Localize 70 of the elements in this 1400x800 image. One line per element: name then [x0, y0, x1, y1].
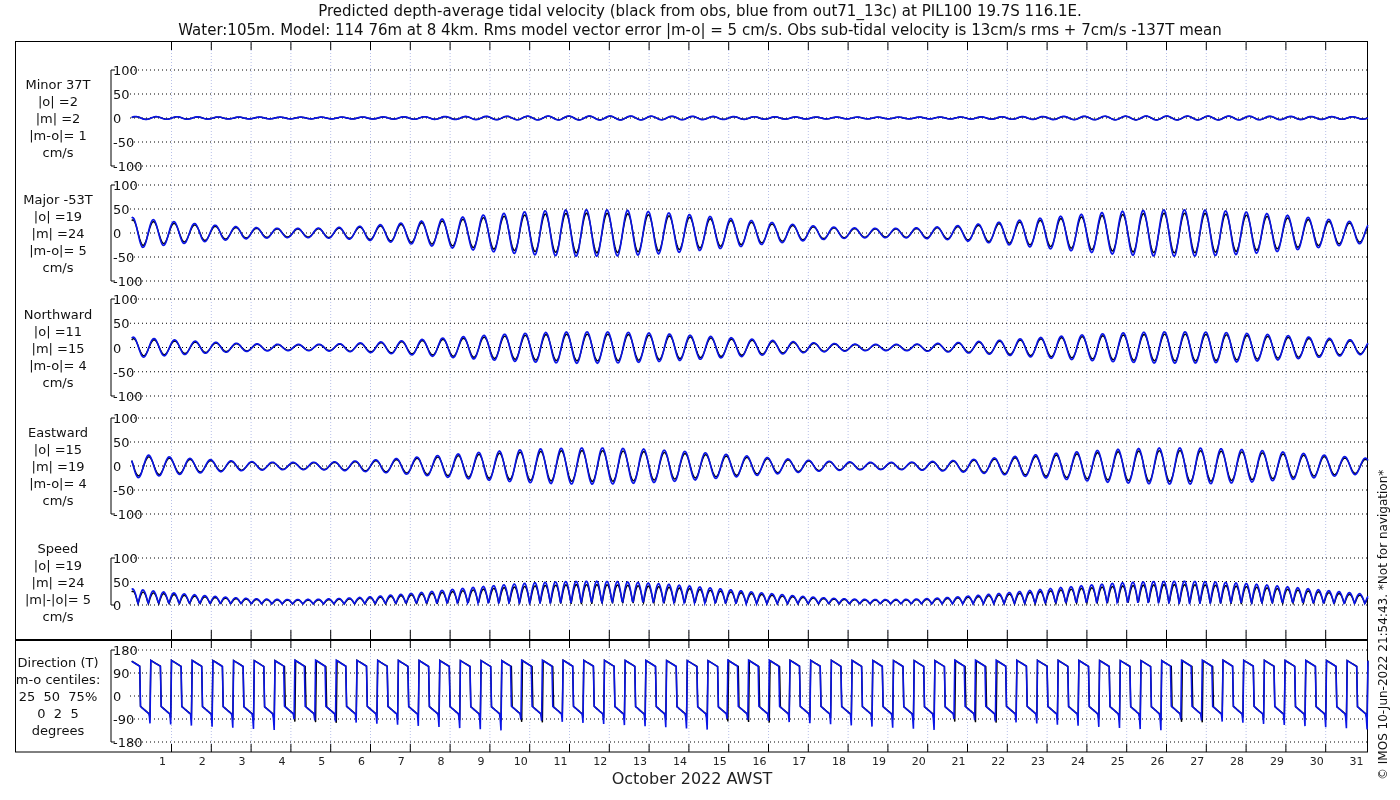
- y-tick-label: -100: [113, 507, 143, 522]
- y-tick-label: 180: [113, 643, 138, 658]
- x-tick-label: 17: [792, 755, 807, 768]
- y-tick-label: 0: [113, 111, 122, 126]
- y-tick-label: -100: [113, 159, 143, 174]
- y-tick-label: -50: [113, 483, 135, 498]
- y-tick-label: 100: [113, 551, 138, 566]
- x-tick-label: 28: [1230, 755, 1245, 768]
- y-tick-label: 90: [113, 666, 130, 681]
- x-tick-label: 11: [553, 755, 568, 768]
- y-tick-label: 50: [113, 435, 130, 450]
- chart-title: Predicted depth-average tidal velocity (black from obs, blue from out71_13c) at PIL100 19.7S 116.1E.: [318, 2, 1082, 20]
- x-tick-label: 19: [871, 755, 886, 768]
- y-tick-label: 50: [113, 316, 130, 332]
- y-tick-label: -100: [113, 389, 143, 404]
- x-tick-label: 8: [437, 755, 445, 768]
- x-tick-label: 15: [712, 755, 727, 768]
- x-tick-label: 24: [1070, 755, 1085, 768]
- x-tick-label: 18: [832, 755, 847, 768]
- x-tick-label: 6: [358, 755, 365, 768]
- x-tick-label: 21: [951, 755, 966, 768]
- x-tick-label: 25: [1110, 755, 1125, 768]
- x-tick-label: 10: [513, 755, 528, 768]
- y-tick-label: 50: [113, 574, 130, 590]
- x-tick-label: 26: [1150, 755, 1165, 768]
- credit-text: © IMOS 10-Jun-2022 21:54:43. *Not for navigation*: [1376, 469, 1390, 780]
- x-tick-label: 1: [159, 755, 166, 768]
- panel-label: Northward |o| =11 |m| =15 |m-o|= 4 cm/s: [23, 306, 93, 390]
- x-tick-label: 5: [318, 755, 326, 768]
- x-tick-label: 13: [633, 755, 648, 768]
- panel-label: Direction (T) m-o centiles: 25 50 75% 0 2 5 degrees: [15, 655, 101, 738]
- panel-label: Speed |o| =19 |m| =24 |m|-|o|= 5 cm/s: [24, 540, 92, 624]
- y-tick-label: 0: [113, 598, 122, 613]
- x-tick-label: 20: [911, 755, 926, 768]
- x-tick-label: 23: [1031, 755, 1046, 768]
- x-tick-label: 7: [397, 755, 405, 768]
- x-tick-label: 27: [1190, 755, 1205, 768]
- x-tick-label: 9: [477, 755, 485, 768]
- x-axis-label: October 2022 AWST: [611, 769, 773, 788]
- y-tick-label: 100: [113, 292, 138, 307]
- y-tick-label: 0: [113, 226, 122, 241]
- y-tick-label: -90: [113, 712, 135, 727]
- y-tick-label: 0: [113, 340, 122, 356]
- x-tick-label: 31: [1349, 755, 1364, 768]
- y-tick-label: 0: [113, 689, 122, 704]
- y-tick-label: 50: [113, 87, 130, 102]
- x-tick-label: 12: [593, 755, 608, 768]
- panel-label: Minor 37T |o| =2 |m| =2 |m-o|= 1 cm/s: [25, 77, 91, 160]
- y-tick-label: 100: [113, 411, 138, 426]
- y-tick-label: 100: [113, 178, 138, 193]
- panel-label: Major -53T |o| =19 |m| =24 |m-o|= 5 cm/s: [23, 192, 93, 275]
- y-tick-label: -180: [113, 735, 143, 750]
- panel-label: Eastward |o| =15 |m| =19 |m-o|= 4 cm/s: [28, 425, 88, 508]
- x-tick-label: 2: [198, 755, 206, 768]
- y-tick-label: -50: [113, 364, 135, 380]
- x-tick-label: 30: [1309, 755, 1324, 768]
- x-tick-label: 16: [752, 755, 767, 768]
- y-tick-label: -50: [113, 135, 135, 150]
- x-tick-label: 14: [672, 755, 687, 768]
- y-axis-line: [110, 557, 116, 606]
- y-tick-label: 50: [113, 202, 130, 217]
- y-tick-label: 0: [113, 459, 122, 474]
- x-tick-label: 4: [278, 755, 286, 768]
- y-tick-label: 100: [113, 63, 138, 78]
- y-tick-label: -50: [113, 250, 135, 265]
- x-tick-label: 29: [1269, 755, 1284, 768]
- chart-title: Water:105m. Model: 114 76m at 8 4km. Rms model vector error |m-o| = 5 cm/s. Obs sub-tidal velocity is 13cm/s rms + 7cm/s -137T mean: [178, 21, 1222, 39]
- y-tick-label: -100: [113, 274, 143, 289]
- x-tick-label: 3: [238, 755, 246, 768]
- x-tick-label: 22: [991, 755, 1006, 768]
